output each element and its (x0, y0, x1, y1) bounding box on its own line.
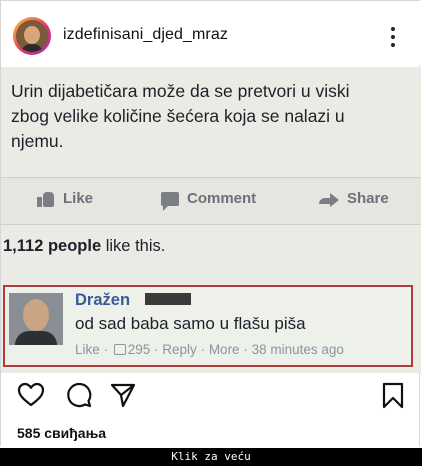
fb-action-bar: Like Comment Share (1, 177, 421, 225)
thumbs-up-icon (113, 344, 126, 355)
fb-likes-suffix: like this. (101, 237, 166, 255)
highlighted-comment: Dražen od sad baba samo u flašu piša Lik… (3, 285, 413, 367)
profile-avatar[interactable] (13, 17, 51, 55)
fb-post-text: Urin dijabetičara može da se pretvori u … (11, 81, 350, 151)
fb-comment-label: Comment (187, 190, 257, 207)
fb-like-action: Like (37, 190, 94, 208)
name-redaction-bar (145, 293, 191, 305)
likes-count[interactable]: 585 свиђања (17, 425, 106, 441)
comment-more-link: More (208, 342, 240, 357)
fb-likes-count: 1,112 people (3, 237, 102, 255)
username-link[interactable]: izdefinisani_djed_mraz (63, 26, 228, 44)
comment-text: od sad baba samo u flašu piša (75, 314, 306, 333)
avatar-photo (16, 20, 48, 52)
speech-bubble-icon (161, 192, 179, 212)
post-card: izdefinisani_djed_mraz Urin dijabetičara… (0, 0, 421, 446)
comment-like-count: 295 (127, 342, 151, 357)
enlarge-link[interactable]: Klik za veću (0, 450, 422, 463)
post-header: izdefinisani_djed_mraz (1, 1, 421, 65)
comment-reply-link: Reply (162, 342, 197, 357)
more-vertical-icon[interactable] (387, 25, 399, 49)
comment-meta: Like · 295 · Reply · More · 38 minutes a… (75, 342, 344, 357)
fb-comment-action: Comment (161, 190, 257, 212)
bookmark-icon[interactable] (379, 381, 407, 409)
share-arrow-icon (319, 192, 339, 208)
enlarge-bar[interactable]: Klik za veću (0, 448, 422, 466)
post-action-bar (1, 377, 421, 413)
fb-likes-line: 1,112 people like this. (3, 237, 165, 256)
thumbs-up-icon (37, 191, 55, 208)
comment-icon[interactable] (65, 381, 93, 409)
heart-icon[interactable] (17, 381, 45, 409)
post-image: Urin dijabetičara može da se pretvori u … (1, 67, 421, 373)
commenter-avatar (9, 293, 63, 345)
comment-like-link: Like (75, 342, 100, 357)
commenter-name: Dražen (75, 291, 131, 309)
fb-share-action: Share (319, 190, 389, 208)
comment-time: 38 minutes ago (251, 342, 344, 357)
fb-like-label: Like (63, 190, 94, 207)
fb-share-label: Share (347, 190, 389, 207)
send-icon[interactable] (109, 381, 137, 409)
